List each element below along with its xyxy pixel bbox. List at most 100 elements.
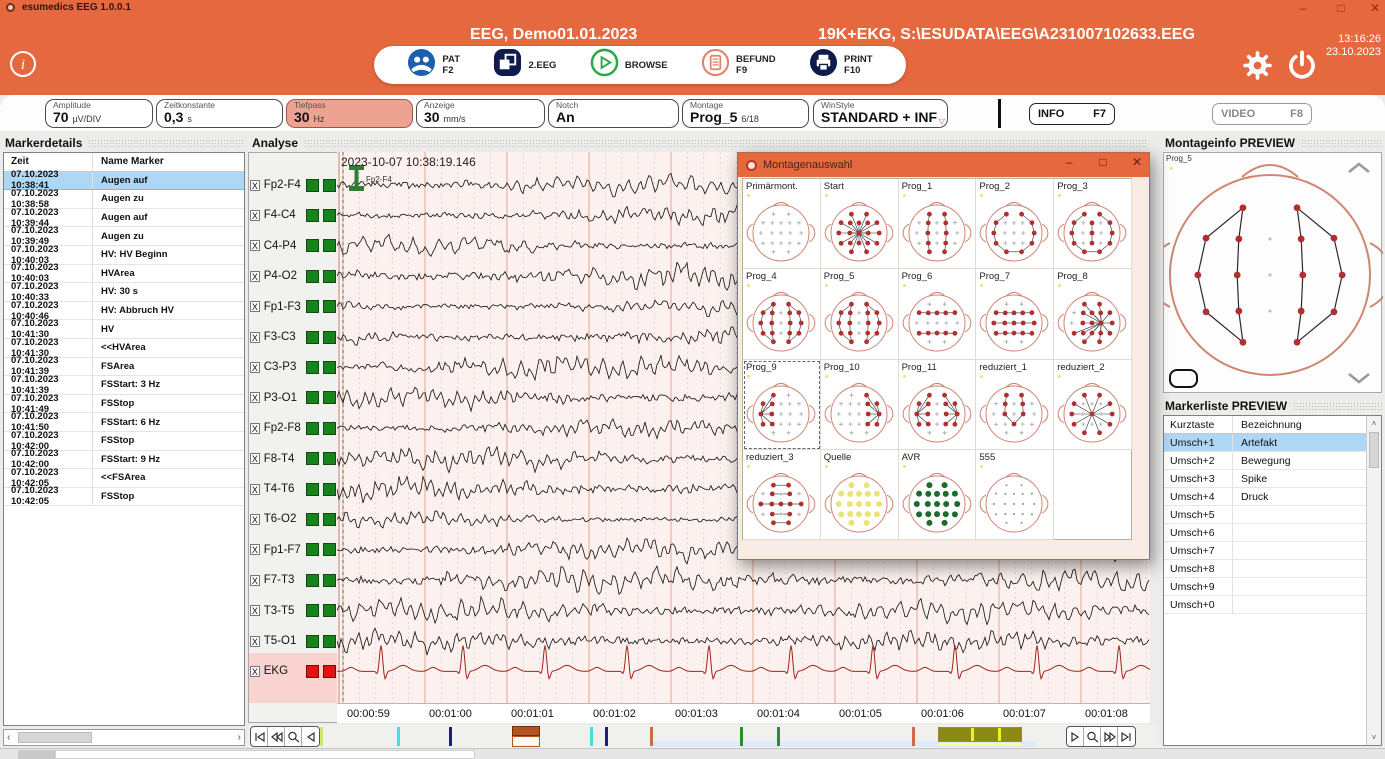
montage-option-primrmont[interactable]: Primärmont. <box>743 179 821 269</box>
chevron-up-icon[interactable] <box>1346 161 1372 175</box>
channel-checkbox[interactable]: X <box>250 332 260 343</box>
skip-last-button[interactable] <box>1118 727 1135 746</box>
dialog-maximize-icon[interactable]: □ <box>1090 155 1116 173</box>
channel-checkbox[interactable]: X <box>250 636 260 647</box>
dropdown-arrow-icon[interactable]: ▽ <box>939 117 945 126</box>
chevron-down-icon[interactable] <box>1346 371 1372 385</box>
montage-option-avr[interactable]: AVR <box>899 450 977 540</box>
shortcut-key: Umsch+3 <box>1164 473 1232 485</box>
table-row[interactable]: Umsch+1Artefakt <box>1164 434 1381 452</box>
scroll-up-icon[interactable]: ˄ <box>1367 416 1381 428</box>
channel-checkbox[interactable]: X <box>250 514 260 525</box>
dialog-minimize-icon[interactable]: – <box>1056 155 1082 173</box>
table-row[interactable]: Umsch+3Spike <box>1164 470 1381 488</box>
toolbar-button-label: PRINTF10 <box>844 54 873 76</box>
step-forward-button[interactable] <box>1067 727 1084 746</box>
markerliste-scrollbar[interactable]: ˄ ˅ <box>1366 416 1381 745</box>
toolbar-button-befund[interactable]: BEFUNDF9 <box>701 48 776 82</box>
channel-checkbox[interactable]: X <box>250 484 260 495</box>
toolbar-button-browse[interactable]: BROWSE <box>590 48 668 82</box>
scroll-down-icon[interactable]: ˅ <box>1367 733 1381 742</box>
montage-option-reduziert_2[interactable]: reduziert_2 <box>1054 360 1132 450</box>
montage-option-button[interactable] <box>1169 369 1198 388</box>
toolbar-button-2eeg[interactable]: 2.EEG <box>493 48 556 82</box>
scroll-left-icon[interactable]: ‹ <box>7 732 10 743</box>
channel-checkbox[interactable]: X <box>250 605 260 616</box>
setting-zeitkonstante[interactable]: Zeitkonstante0,3 s <box>156 99 283 128</box>
table-row[interactable]: Umsch+4Druck <box>1164 488 1381 506</box>
table-row[interactable]: Umsch+5 <box>1164 506 1381 524</box>
info-icon[interactable]: i <box>10 51 36 77</box>
montage-option-prog_4[interactable]: Prog_4 <box>743 269 821 359</box>
dialog-close-icon[interactable]: ✕ <box>1124 155 1150 173</box>
channel-checkbox[interactable]: X <box>250 392 260 403</box>
channel-checkbox[interactable]: X <box>250 240 260 251</box>
scrollbar-track[interactable] <box>55 750 475 759</box>
dialog-titlebar[interactable]: Montagenauswahl <box>738 153 1149 177</box>
channel-checkbox[interactable]: X <box>250 544 260 555</box>
zoom-button[interactable] <box>1084 727 1101 746</box>
montage-option-quelle[interactable]: Quelle <box>821 450 899 540</box>
minimize-icon[interactable]: – <box>1290 1 1316 17</box>
channel-label: T5-O1 <box>264 635 302 647</box>
montage-option-prog_9[interactable]: Prog_9 <box>743 360 821 450</box>
channel-checkbox[interactable]: X <box>250 362 260 373</box>
maximize-icon[interactable]: □ <box>1328 1 1354 17</box>
montage-option-prog_10[interactable]: Prog_10 <box>821 360 899 450</box>
montage-option-reduziert_1[interactable]: reduziert_1 <box>976 360 1054 450</box>
montage-option-label: Prog_7 <box>979 271 1010 282</box>
setting-tiefpass[interactable]: Tiefpass30 Hz <box>286 99 413 128</box>
toolbar-button-print[interactable]: PRINTF10 <box>809 48 873 82</box>
video-button[interactable]: VIDEOF8 <box>1212 103 1312 125</box>
channel-checkbox[interactable]: X <box>250 301 260 312</box>
channel-checkbox[interactable]: X <box>250 180 260 191</box>
close-icon[interactable]: ✕ <box>1362 1 1385 17</box>
montage-option-prog_3[interactable]: Prog_3 <box>1054 179 1132 269</box>
shortcut-key: Umsch+9 <box>1164 581 1232 593</box>
montage-option-prog_7[interactable]: Prog_7 <box>976 269 1054 359</box>
channel-checkbox[interactable]: X <box>250 423 260 434</box>
montage-option-prog_8[interactable]: Prog_8 <box>1054 269 1132 359</box>
fast-forward-button[interactable] <box>1101 727 1118 746</box>
settings-gear-icon[interactable] <box>1242 50 1273 81</box>
table-row[interactable]: Umsch+9 <box>1164 578 1381 596</box>
scroll-right-icon[interactable]: › <box>238 732 241 743</box>
channel-checkbox[interactable]: X <box>250 453 260 464</box>
channel-checkbox[interactable]: X <box>250 666 260 677</box>
marker-name: HV: Abbruch HV <box>92 302 244 320</box>
table-row[interactable]: Umsch+6 <box>1164 524 1381 542</box>
setting-amplitude[interactable]: Amplitude70 µV/DIV <box>45 99 153 128</box>
scrollbar-thumb[interactable] <box>1369 432 1379 468</box>
power-icon[interactable] <box>1286 49 1318 81</box>
setting-winstyle[interactable]: WinStyleSTANDARD + INF▽ <box>813 99 948 128</box>
montage-option-prog_5[interactable]: Prog_5 <box>821 269 899 359</box>
channel-checkbox[interactable]: X <box>250 271 260 282</box>
setting-montage[interactable]: MontageProg_5 6/18 <box>682 99 809 128</box>
scrollbar-thumb[interactable] <box>18 750 56 759</box>
table-row[interactable]: 07.10.2023 10:42:05FSStop <box>4 488 244 507</box>
channel-checkbox[interactable]: X <box>250 575 260 586</box>
montage-option-prog_6[interactable]: Prog_6 <box>899 269 977 359</box>
table-row[interactable]: Umsch+8 <box>1164 560 1381 578</box>
montage-option-start[interactable]: Start <box>821 179 899 269</box>
markerdetails-hscrollbar[interactable]: ‹ › <box>3 729 245 746</box>
montage-option-reduziert_3[interactable]: reduziert_3 <box>743 450 821 540</box>
table-row[interactable]: Umsch+0 <box>1164 596 1381 614</box>
setting-notch[interactable]: NotchAn <box>548 99 679 128</box>
table-row[interactable]: Umsch+2Bewegung <box>1164 452 1381 470</box>
montage-head-icon <box>900 377 974 449</box>
table-row[interactable]: Umsch+7 <box>1164 542 1381 560</box>
setting-anzeige[interactable]: Anzeige30 mm/s <box>416 99 545 128</box>
montage-option-prog_1[interactable]: Prog_1 <box>899 179 977 269</box>
info-button[interactable]: INFOF7 <box>1029 103 1115 125</box>
montage-option-prog_2[interactable]: Prog_2 <box>976 179 1054 269</box>
recording-overview-strip[interactable] <box>248 725 1157 748</box>
view-position-indicator[interactable] <box>512 726 540 736</box>
montage-option-555[interactable]: 555 <box>976 450 1054 540</box>
window-bottom-scrollbar[interactable] <box>0 748 1385 759</box>
scrollbar-thumb[interactable] <box>18 732 92 743</box>
marker-name: <<HVArea <box>92 339 244 357</box>
channel-checkbox[interactable]: X <box>250 210 260 221</box>
montage-option-prog_11[interactable]: Prog_11 <box>899 360 977 450</box>
toolbar-button-pat[interactable]: PATF2 <box>407 48 460 82</box>
